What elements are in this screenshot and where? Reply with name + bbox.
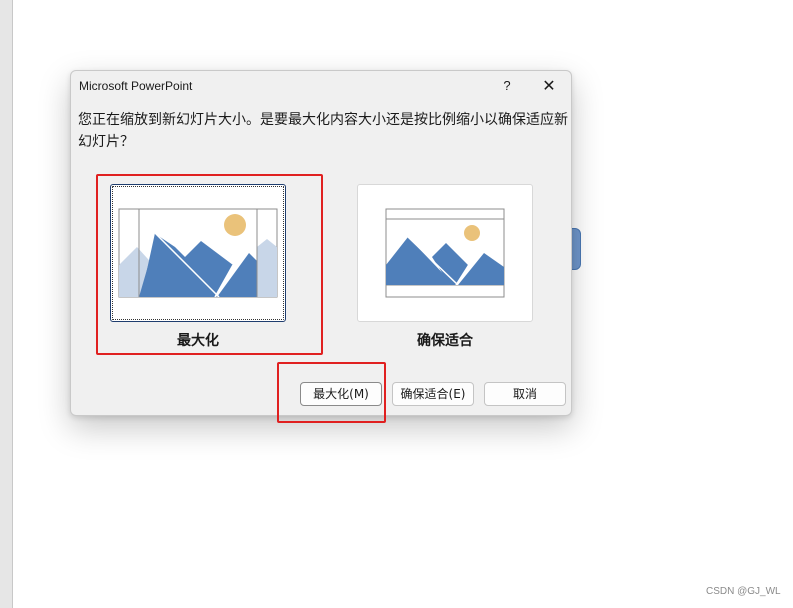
resize-handle[interactable]: [571, 228, 581, 270]
ensure-fit-button[interactable]: 确保适合(E): [392, 382, 474, 406]
ensure-fit-illustration-icon: [385, 208, 505, 298]
slide-panel-edge: [0, 0, 13, 608]
cancel-button[interactable]: 取消: [484, 382, 566, 406]
watermark: CSDN @GJ_WL: [706, 586, 781, 597]
ensure-fit-option-tile[interactable]: [357, 184, 533, 322]
highlight-box-button: [277, 362, 386, 423]
close-button[interactable]: ✕: [535, 74, 563, 98]
help-button[interactable]: ?: [495, 74, 519, 98]
highlight-box-option: [96, 174, 323, 355]
ensure-fit-option-label: 确保适合: [417, 333, 473, 349]
dialog-message: 您正在缩放到新幻灯片大小。是要最大化内容大小还是按比例缩小以确保适应新幻灯片？: [78, 112, 568, 150]
dialog-title: Microsoft PowerPoint: [79, 79, 193, 93]
app-background: Microsoft PowerPoint ? ✕ 您正在缩放到新幻灯片大小。是要…: [0, 0, 793, 608]
